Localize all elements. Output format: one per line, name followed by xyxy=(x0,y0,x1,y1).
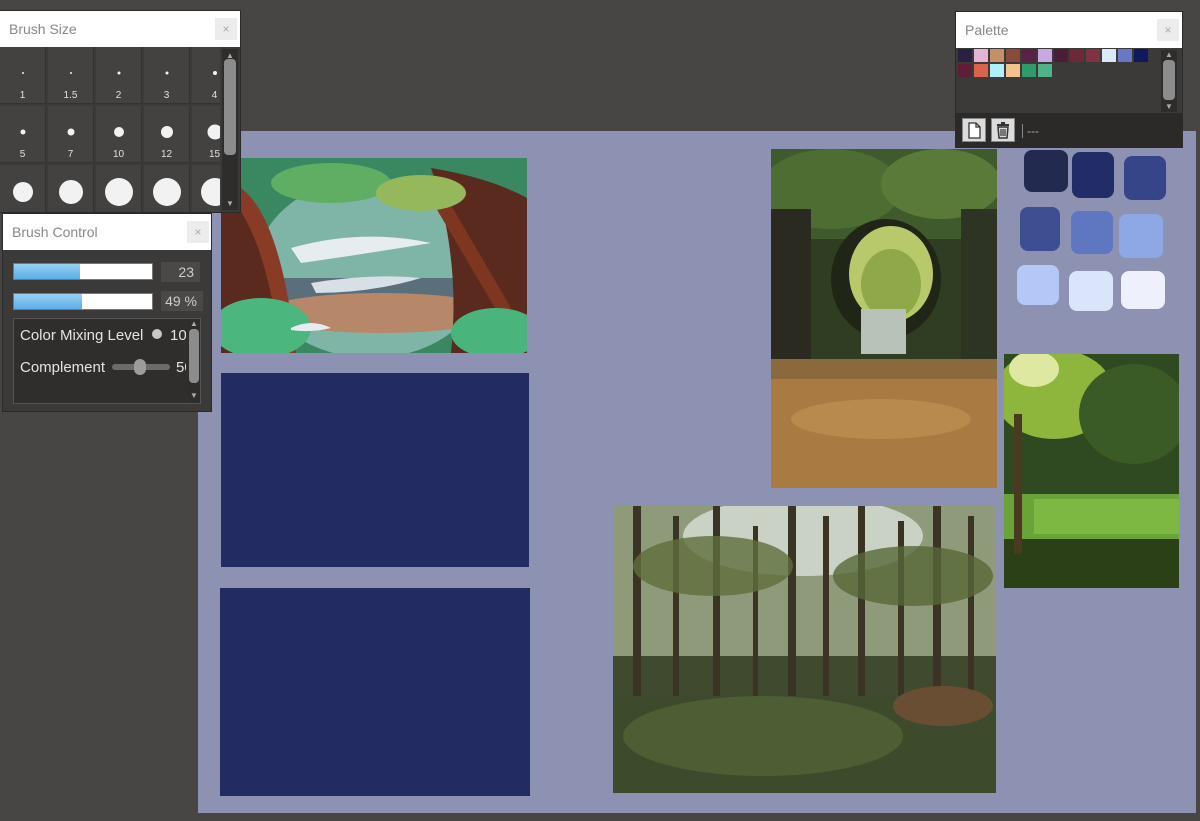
swatch-blob-2 xyxy=(1072,152,1114,198)
brush-size-cell[interactable]: 1.5 xyxy=(48,47,94,104)
palette-swatch[interactable] xyxy=(1006,64,1020,77)
workspace: Brush Size × 1 1.5 2 3 4 5 7 10 12 15 ▲ … xyxy=(0,0,1200,821)
brush-size-cell[interactable] xyxy=(96,165,142,212)
photo-cave-waterfall xyxy=(771,149,997,488)
brush-size-cell[interactable]: 4 xyxy=(192,47,220,104)
scroll-down-icon[interactable]: ▼ xyxy=(1165,102,1173,111)
palette-swatch[interactable] xyxy=(1070,49,1084,62)
brush-size-slider[interactable] xyxy=(13,263,153,280)
color-mixing-knob[interactable] xyxy=(152,329,162,339)
palette-swatch[interactable] xyxy=(1022,64,1036,77)
palette-swatch[interactable] xyxy=(1022,49,1036,62)
scrollbar-thumb[interactable] xyxy=(189,329,199,383)
brush-size-title: Brush Size xyxy=(0,11,240,47)
scroll-down-icon[interactable]: ▼ xyxy=(226,199,234,208)
close-icon[interactable]: × xyxy=(215,18,237,40)
scrollbar-thumb[interactable] xyxy=(224,59,236,155)
palette-swatch[interactable] xyxy=(1038,64,1052,77)
navy-fill-panel-1 xyxy=(221,373,529,567)
complement-slider[interactable] xyxy=(112,359,170,375)
palette-scrollbar[interactable]: ▲ ▼ xyxy=(1161,50,1177,112)
palette-swatch[interactable] xyxy=(974,49,988,62)
palette-panel: Palette × ▲ ▼ --- xyxy=(956,12,1182,147)
scrollbar-thumb[interactable] xyxy=(1163,60,1175,100)
swatch-blob-4 xyxy=(1020,207,1060,251)
palette-swatch[interactable] xyxy=(958,64,972,77)
palette-toolbar: --- xyxy=(956,113,1182,147)
palette-swatch[interactable] xyxy=(1054,49,1068,62)
brush-size-cell[interactable]: 7 xyxy=(48,106,94,163)
brush-control-panel: Brush Control × 23 49 % Color Mixing Lev… xyxy=(3,214,211,411)
color-mixing-label: Color Mixing Level xyxy=(20,327,144,344)
swatch-blob-1 xyxy=(1024,150,1068,192)
brush-opacity-value[interactable]: 49 % xyxy=(161,291,203,311)
trash-icon[interactable] xyxy=(991,118,1015,142)
brush-size-cell[interactable]: 3 xyxy=(144,47,190,104)
close-icon[interactable]: × xyxy=(1157,19,1179,41)
photo-sunlit-meadow xyxy=(1004,354,1179,588)
brush-size-cell[interactable] xyxy=(0,165,46,212)
brush-size-cell[interactable] xyxy=(48,165,94,212)
palette-status: --- xyxy=(1022,124,1039,138)
brush-size-cell[interactable]: 15 xyxy=(192,106,220,163)
new-file-icon[interactable] xyxy=(962,118,986,142)
brush-size-slider-fill xyxy=(14,264,81,279)
swatch-blob-3 xyxy=(1124,156,1166,200)
brush-size-cell[interactable]: 2 xyxy=(96,47,142,104)
palette-swatch[interactable] xyxy=(1134,49,1148,62)
complement-label: Complement xyxy=(20,359,106,376)
brush-size-cell[interactable]: 12 xyxy=(144,106,190,163)
swatch-blob-9 xyxy=(1121,271,1165,309)
palette-swatch[interactable] xyxy=(1038,49,1052,62)
palette-swatch[interactable] xyxy=(1086,49,1100,62)
scroll-up-icon[interactable]: ▲ xyxy=(190,319,198,328)
photo-forest-trees xyxy=(613,506,996,793)
palette-swatch[interactable] xyxy=(1102,49,1116,62)
brush-size-value[interactable]: 23 xyxy=(161,262,200,282)
palette-swatches xyxy=(958,49,1158,109)
swatch-blob-8 xyxy=(1069,271,1113,311)
complement-slider-knob[interactable] xyxy=(134,359,146,375)
scroll-up-icon[interactable]: ▲ xyxy=(1165,50,1173,59)
close-icon[interactable]: × xyxy=(187,221,209,243)
palette-title: Palette xyxy=(956,12,1182,48)
palette-swatch[interactable] xyxy=(974,64,988,77)
swatch-blob-6 xyxy=(1119,214,1163,258)
brush-control-title: Brush Control xyxy=(3,214,211,250)
brush-opacity-slider[interactable] xyxy=(13,293,153,310)
palette-swatch[interactable] xyxy=(1006,49,1020,62)
navy-fill-panel-2 xyxy=(220,588,530,796)
brush-size-cell[interactable]: 5 xyxy=(0,106,46,163)
brush-size-cell[interactable]: 10 xyxy=(96,106,142,163)
brush-size-cell[interactable]: 1 xyxy=(0,47,46,104)
scroll-down-icon[interactable]: ▼ xyxy=(190,391,198,400)
complement-value[interactable]: 50 xyxy=(176,359,186,376)
brush-size-cell[interactable] xyxy=(192,165,220,212)
swatch-blob-5 xyxy=(1071,211,1113,254)
brush-size-panel: Brush Size × 1 1.5 2 3 4 5 7 10 12 15 ▲ … xyxy=(0,11,240,212)
palette-swatch[interactable] xyxy=(958,49,972,62)
brush-size-cell[interactable] xyxy=(144,165,190,212)
brush-opacity-slider-fill xyxy=(14,294,82,309)
color-mixing-value[interactable]: 10 xyxy=(170,327,186,344)
brush-size-grid: 1 1.5 2 3 4 5 7 10 12 15 xyxy=(0,47,220,212)
brush-control-scrollbar[interactable]: ▲ ▼ xyxy=(188,319,200,403)
brush-settings-list: Color Mixing Level 10 Complement 50 ▲ ▼ xyxy=(13,318,201,404)
brush-size-scrollbar[interactable]: ▲ ▼ xyxy=(222,49,238,210)
palette-swatch[interactable] xyxy=(1118,49,1132,62)
swatch-blob-7 xyxy=(1017,265,1059,305)
palette-swatch[interactable] xyxy=(990,64,1004,77)
painted-forest-study xyxy=(221,158,527,353)
palette-swatch[interactable] xyxy=(990,49,1004,62)
